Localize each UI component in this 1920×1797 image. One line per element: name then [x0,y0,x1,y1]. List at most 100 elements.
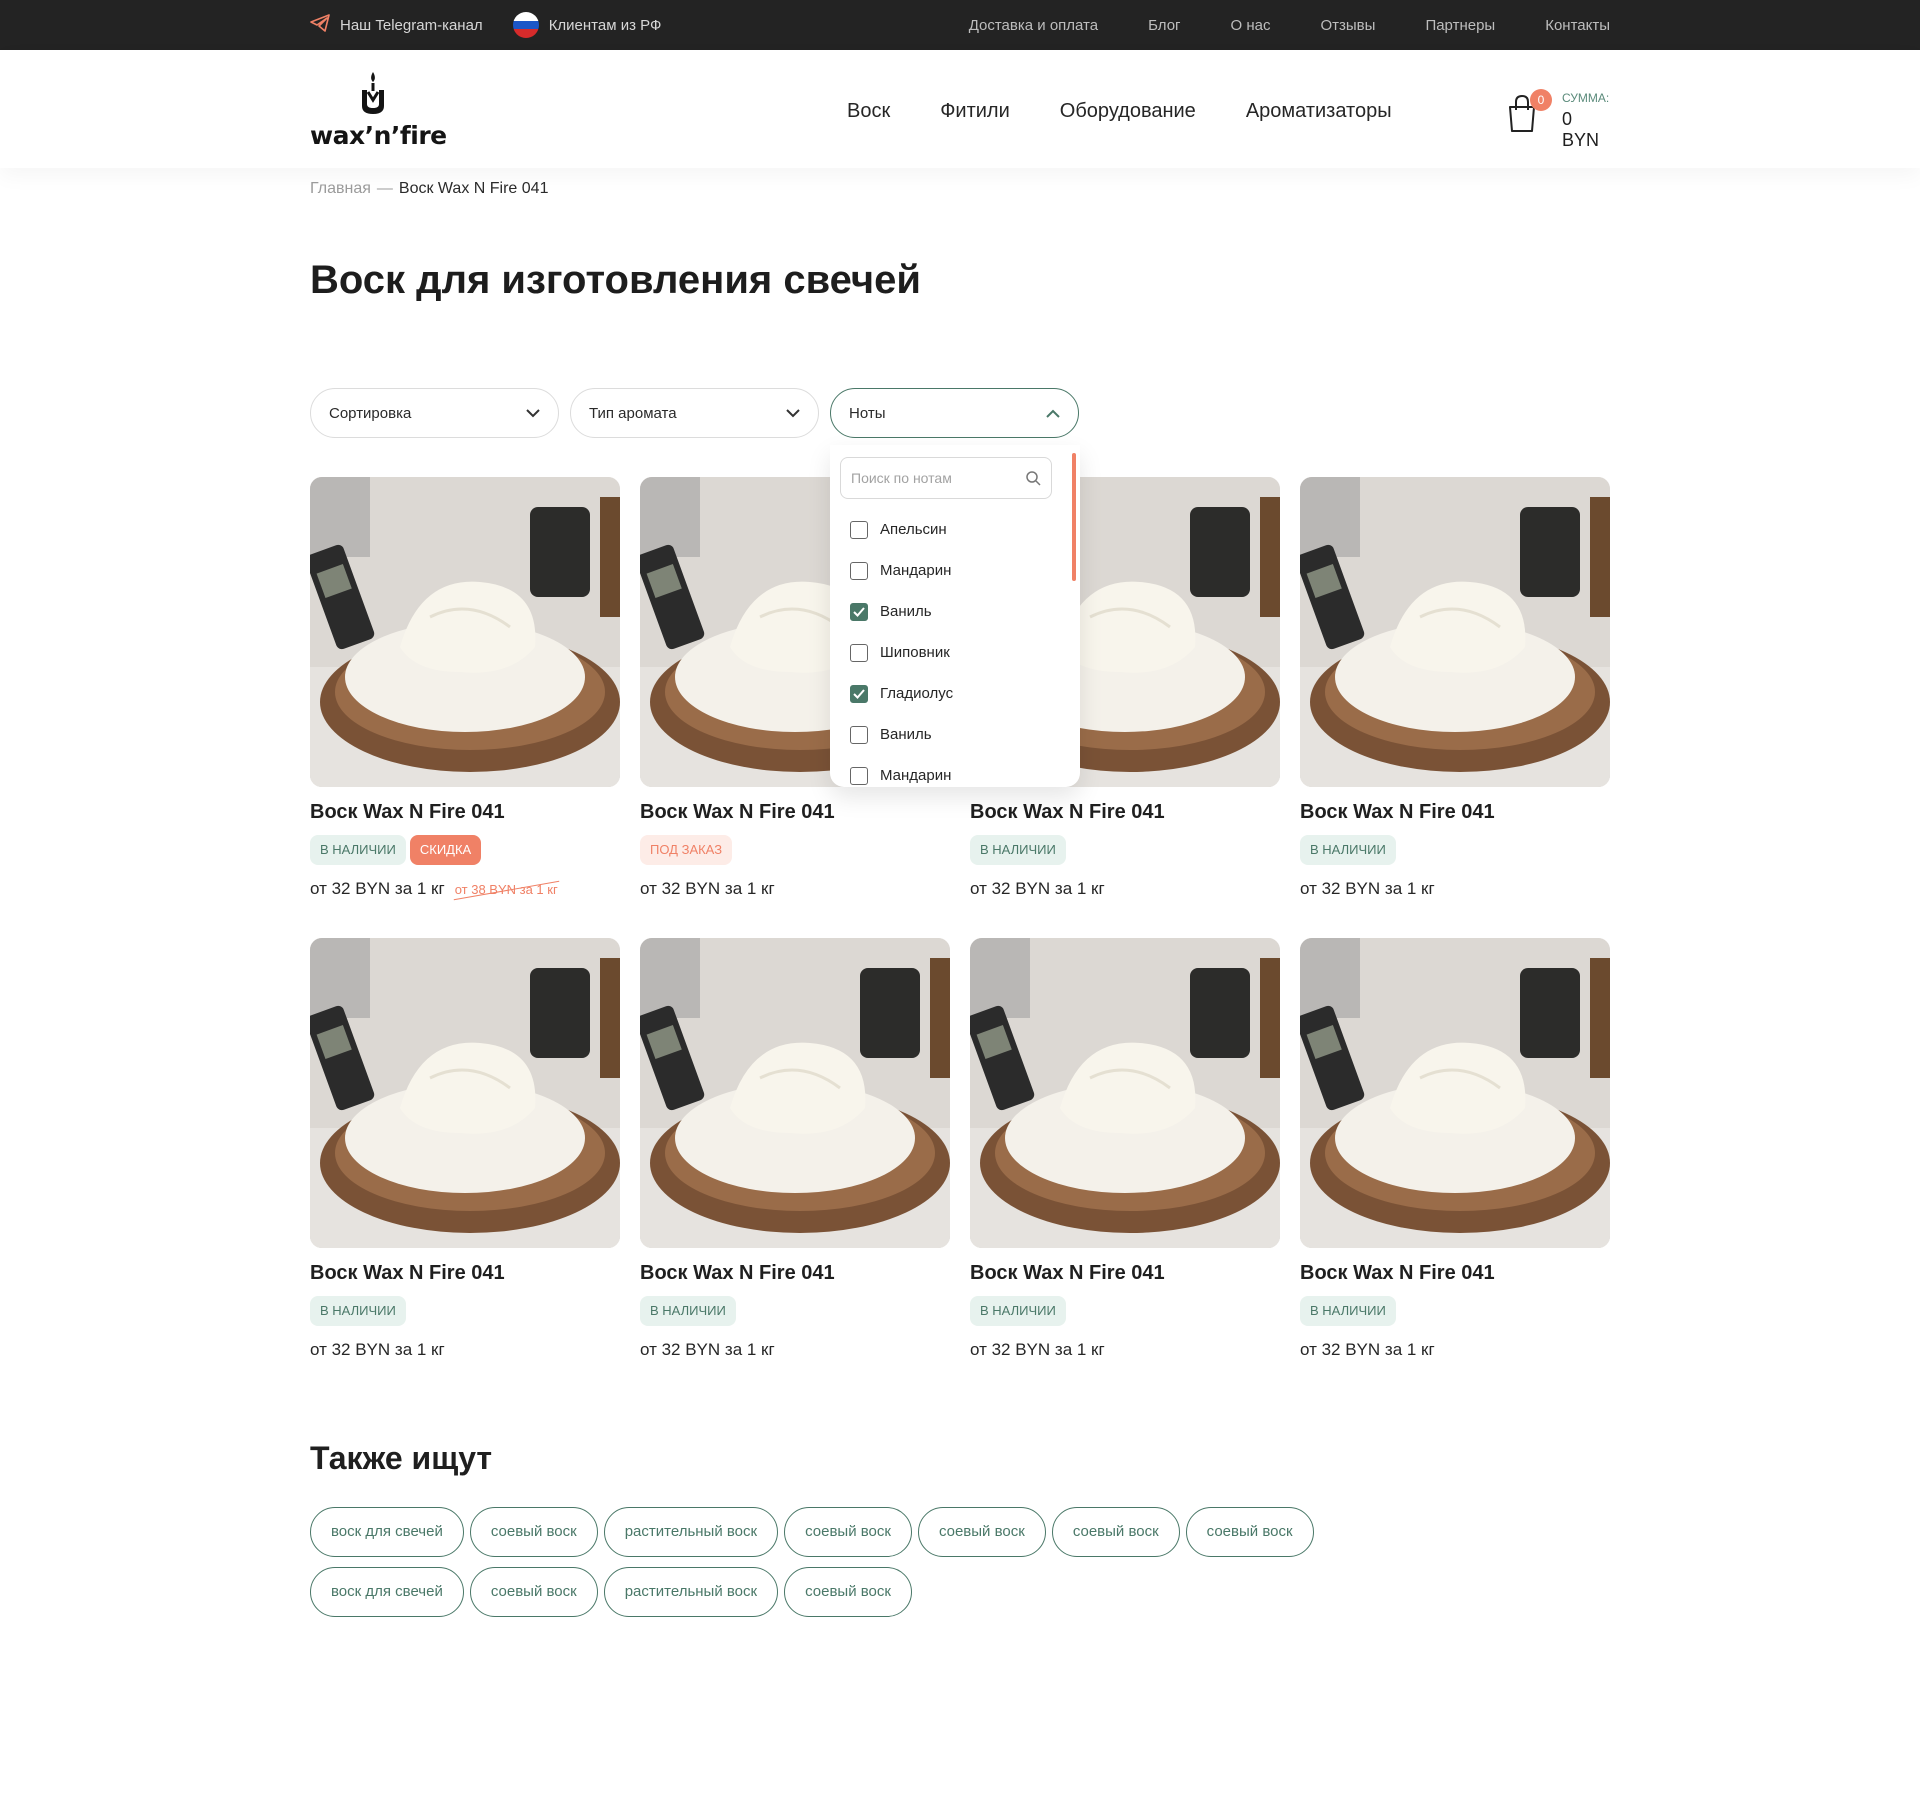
product-card[interactable]: Воск Wax N Fire 041 В НАЛИЧИИ от 32 BYN за… [1300,477,1610,899]
product-photo [1300,938,1610,1248]
note-option-label: Мандарин [880,767,952,784]
product-name[interactable]: Воск Wax N Fire 041 [640,1262,950,1288]
nav-fragrances[interactable]: Ароматизаторы [1246,100,1392,122]
nav-equipment[interactable]: Оборудование [1060,100,1196,122]
notes-filter[interactable]: Ноты [830,388,1079,438]
product-image[interactable] [970,938,1280,1248]
product-image[interactable] [1300,477,1610,787]
product-name[interactable]: Воск Wax N Fire 041 [970,801,1280,827]
search-tag[interactable]: соевый воск [784,1567,912,1617]
product-price: от 32 BYN за 1 кг [1300,1340,1435,1359]
search-tag[interactable]: растительный воск [603,1567,779,1617]
search-tag[interactable]: воск для свечей [310,1507,464,1557]
note-option[interactable]: Шиповник [850,632,953,673]
russia-clients-link[interactable]: Клиентам из РФ [512,12,662,38]
topbar-link-delivery[interactable]: Доставка и оплата [969,17,1098,34]
search-tag[interactable]: соевый воск [917,1507,1046,1557]
checkbox-icon[interactable] [850,643,868,662]
in-stock-badge: В НАЛИЧИИ [970,835,1066,865]
notes-search-input[interactable] [851,470,1021,486]
product-price-row: от 32 BYN за 1 кг [1300,879,1610,899]
nav-wicks[interactable]: Фитили [940,100,1010,122]
notes-list: Апельсин Мандарин Ваниль Шиповник Гладиолус В… [850,509,953,787]
product-card[interactable]: Воск Wax N Fire 041 В НАЛИЧИИ от 32 BYN за… [1300,938,1610,1360]
product-price: от 32 BYN за 1 кг [1300,879,1435,898]
product-card[interactable]: Воск Wax N Fire 041 В НАЛИЧИИ от 32 BYN за… [310,938,620,1360]
in-stock-badge: В НАЛИЧИИ [1300,1296,1396,1326]
product-price: от 32 BYN за 1 кг [970,879,1105,898]
topbar-link-blog[interactable]: Блог [1148,17,1180,34]
note-option[interactable]: Мандарин [850,755,953,787]
topbar-link-reviews[interactable]: Отзывы [1320,17,1375,34]
cart-button[interactable]: 0 СУММА: 0 BYN [1506,85,1610,150]
product-price-row: от 32 BYN за 1 кг [640,1340,950,1360]
telegram-link[interactable]: Наш Telegram-канал [310,14,483,36]
product-name[interactable]: Воск Wax N Fire 041 [1300,801,1610,827]
product-name[interactable]: Воск Wax N Fire 041 [1300,1262,1610,1288]
checkbox-checked-icon[interactable] [850,684,868,703]
product-name[interactable]: Воск Wax N Fire 041 [310,1262,620,1288]
site-header: wax’n’fire Воск Фитили Оборудование Аром… [0,50,1920,168]
nav-wax[interactable]: Воск [847,100,890,122]
product-price: от 32 BYN за 1 кг [640,1340,775,1359]
note-option-label: Ваниль [880,726,932,743]
breadcrumb-separator: — [376,180,393,197]
product-photo [310,477,620,787]
product-image[interactable] [640,938,950,1248]
product-image[interactable] [1300,938,1610,1248]
note-option[interactable]: Мандарин [850,550,953,591]
product-card[interactable]: Воск Wax N Fire 041 В НАЛИЧИИ от 32 BYN за… [640,938,950,1360]
product-name[interactable]: Воск Wax N Fire 041 [310,801,620,827]
chevron-up-icon [1046,406,1060,420]
breadcrumb-home[interactable]: Главная [310,180,371,198]
search-tag[interactable]: соевый воск [1185,1507,1314,1557]
checkbox-icon[interactable] [850,561,868,580]
search-tag[interactable]: растительный воск [603,1507,779,1557]
topbar-link-partners[interactable]: Партнеры [1425,17,1495,34]
chevron-down-icon [786,406,800,420]
product-price: от 32 BYN за 1 кг [310,879,445,898]
product-image[interactable] [310,477,620,787]
search-icon[interactable] [1025,470,1041,486]
search-tag[interactable]: соевый воск [784,1507,912,1557]
note-option[interactable]: Ваниль [850,714,953,755]
note-option-label: Апельсин [880,521,947,538]
note-option[interactable]: Апельсин [850,509,953,550]
aroma-type-filter[interactable]: Тип аромата [570,388,819,438]
cart-sum-value: 0 BYN [1562,109,1600,150]
search-tag[interactable]: воск для свечей [310,1567,464,1617]
checkbox-icon[interactable] [850,766,868,785]
topbar-link-about[interactable]: О нас [1231,17,1271,34]
note-option[interactable]: Ваниль [850,591,953,632]
in-stock-badge: В НАЛИЧИИ [1300,835,1396,865]
topbar-link-contacts[interactable]: Контакты [1545,17,1610,34]
logo[interactable]: wax’n’fire [310,70,447,150]
note-option[interactable]: Гладиолус [850,673,953,714]
checkbox-icon[interactable] [850,725,868,744]
product-badges: В НАЛИЧИИ [970,1296,1280,1326]
product-photo [970,938,1280,1248]
aroma-type-filter-label: Тип аромата [589,404,677,422]
in-stock-badge: В НАЛИЧИИ [310,835,406,865]
product-name[interactable]: Воск Wax N Fire 041 [640,801,950,827]
search-tag[interactable]: соевый воск [469,1507,598,1557]
product-badges: В НАЛИЧИИ СКИДКА [310,835,620,865]
dropdown-scrollbar[interactable] [1072,453,1076,581]
sort-filter[interactable]: Сортировка [310,388,559,438]
checkbox-icon[interactable] [850,520,868,539]
notes-search [840,457,1052,499]
checkbox-checked-icon[interactable] [850,602,868,621]
product-image[interactable] [310,938,620,1248]
search-tag[interactable]: соевый воск [1051,1507,1180,1557]
sale-badge: СКИДКА [409,835,482,865]
search-tag[interactable]: соевый воск [469,1567,598,1617]
product-photo [1300,477,1610,787]
product-badges: В НАЛИЧИИ [970,835,1280,865]
product-price-row: от 32 BYN за 1 кг [640,879,950,899]
telegram-icon [310,14,330,36]
product-card[interactable]: Воск Wax N Fire 041 В НАЛИЧИИ СКИДКА от 32 … [310,477,620,899]
note-option-label: Шиповник [880,644,950,661]
product-card[interactable]: Воск Wax N Fire 041 В НАЛИЧИИ от 32 BYN за… [970,938,1280,1360]
product-name[interactable]: Воск Wax N Fire 041 [970,1262,1280,1288]
russia-clients-label: Клиентам из РФ [548,16,662,34]
